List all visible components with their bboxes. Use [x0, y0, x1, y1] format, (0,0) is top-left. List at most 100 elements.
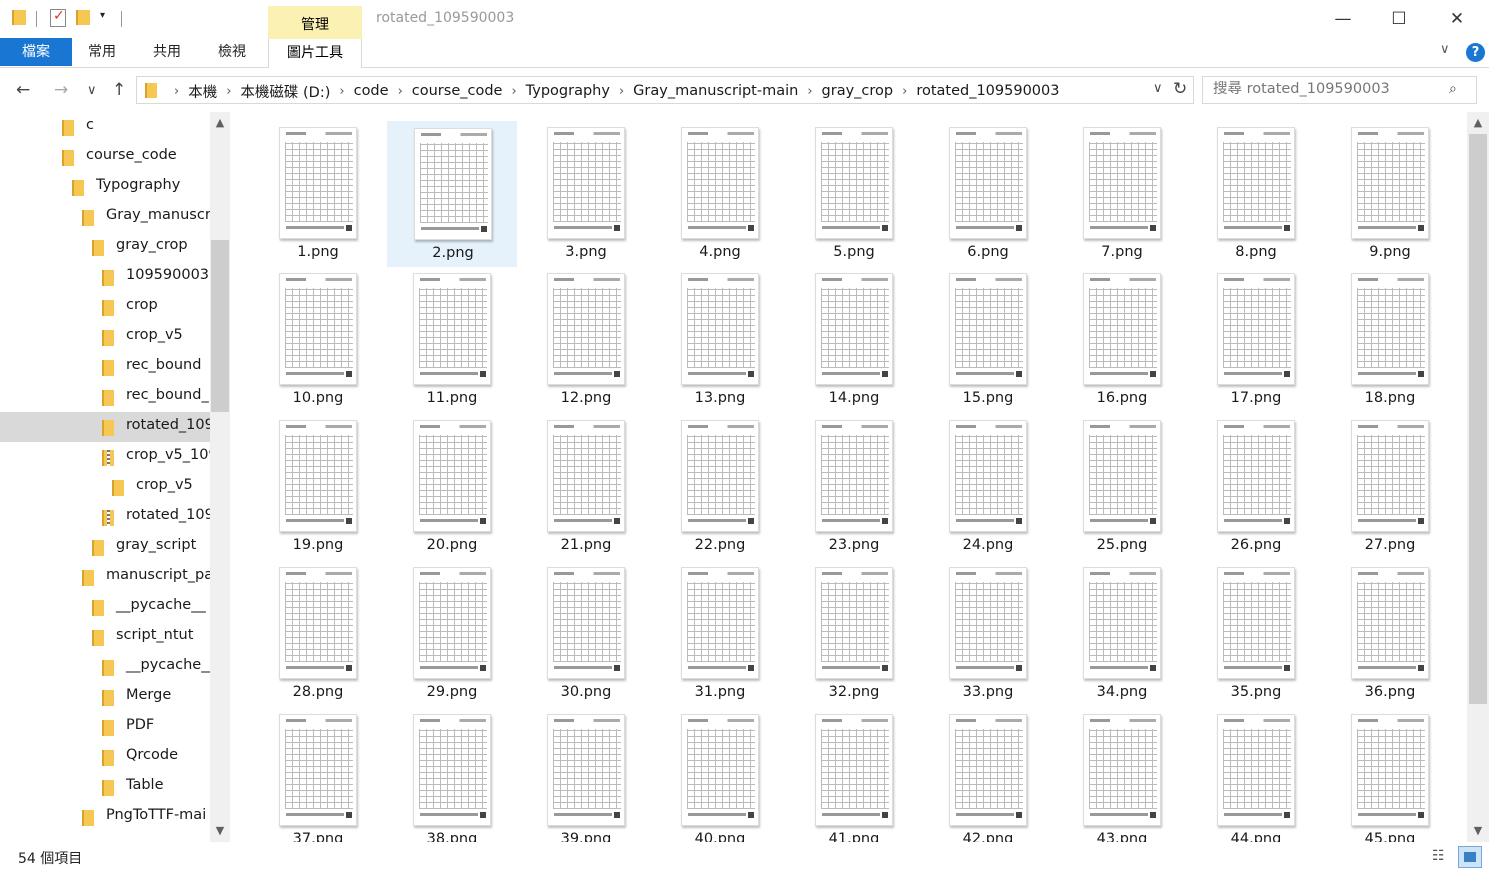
scrollbar-thumb[interactable]: [1469, 134, 1487, 704]
file-tile[interactable]: 15.png: [923, 267, 1053, 413]
file-tile[interactable]: 21.png: [521, 414, 651, 560]
tree-item[interactable]: course_code: [0, 142, 210, 172]
file-tile[interactable]: 31.png: [655, 561, 785, 707]
tree-item[interactable]: Table: [0, 772, 210, 802]
file-tile[interactable]: 19.png: [253, 414, 383, 560]
file-tile[interactable]: 25.png: [1057, 414, 1187, 560]
file-tile[interactable]: 41.png: [789, 708, 919, 842]
file-tile[interactable]: 3.png: [521, 121, 651, 267]
breadcrumb-item[interactable]: code: [354, 83, 389, 99]
file-tile[interactable]: 28.png: [253, 561, 383, 707]
refresh-icon[interactable]: ↻: [1173, 79, 1187, 99]
file-tile[interactable]: 12.png: [521, 267, 651, 413]
chevron-right-icon[interactable]: ›: [398, 84, 403, 99]
file-tile[interactable]: 38.png: [387, 708, 517, 842]
recent-locations-button[interactable]: ∨: [87, 83, 97, 98]
chevron-right-icon[interactable]: ›: [226, 84, 231, 99]
file-tile[interactable]: 4.png: [655, 121, 785, 267]
tree-item[interactable]: rec_bound: [0, 352, 210, 382]
new-folder-icon[interactable]: [76, 10, 90, 25]
back-button[interactable]: ←: [16, 80, 30, 100]
file-tile[interactable]: 10.png: [253, 267, 383, 413]
tree-item[interactable]: Merge: [0, 682, 210, 712]
scroll-down-icon[interactable]: ▼: [1468, 824, 1488, 837]
file-tile[interactable]: 18.png: [1325, 267, 1455, 413]
tree-item[interactable]: rec_bound_: [0, 382, 210, 412]
file-tile[interactable]: 14.png: [789, 267, 919, 413]
file-tile[interactable]: 24.png: [923, 414, 1053, 560]
properties-icon[interactable]: [50, 8, 66, 27]
chevron-right-icon[interactable]: ›: [339, 84, 344, 99]
breadcrumb-item[interactable]: 本機: [188, 81, 217, 102]
chevron-right-icon[interactable]: ›: [619, 84, 624, 99]
tree-item[interactable]: PngToTTF-mai: [0, 802, 210, 832]
address-bar[interactable]: › 本機 › 本機磁碟 (D:) › code › course_code › …: [136, 76, 1194, 104]
address-dropdown-icon[interactable]: ∨: [1153, 81, 1163, 96]
tree-item[interactable]: gray_script: [0, 532, 210, 562]
file-tile[interactable]: 2.png: [387, 121, 517, 267]
tree-item[interactable]: crop_v5_109: [0, 442, 210, 472]
breadcrumb-item[interactable]: 本機磁碟 (D:): [240, 81, 330, 102]
file-tile[interactable]: 33.png: [923, 561, 1053, 707]
file-tile[interactable]: 17.png: [1191, 267, 1321, 413]
tree-item[interactable]: Qrcode: [0, 742, 210, 772]
file-tile[interactable]: 39.png: [521, 708, 651, 842]
tree-item[interactable]: __pycache__: [0, 592, 210, 622]
up-button[interactable]: ↑: [112, 80, 126, 100]
breadcrumb-item-current[interactable]: rotated_109590003: [916, 83, 1059, 99]
quick-access-dropdown-icon[interactable]: ▾: [100, 10, 105, 21]
search-icon[interactable]: ⌕: [1449, 81, 1457, 97]
file-tile[interactable]: 40.png: [655, 708, 785, 842]
tree-item[interactable]: c: [0, 112, 210, 142]
file-tile[interactable]: 36.png: [1325, 561, 1455, 707]
chevron-right-icon[interactable]: ›: [511, 84, 516, 99]
file-tile[interactable]: 6.png: [923, 121, 1053, 267]
file-tile[interactable]: 26.png: [1191, 414, 1321, 560]
breadcrumb-item[interactable]: Typography: [526, 83, 610, 99]
tab-view[interactable]: 檢視: [218, 38, 246, 66]
tree-item[interactable]: PDF: [0, 712, 210, 742]
file-tile[interactable]: 30.png: [521, 561, 651, 707]
breadcrumb-item[interactable]: gray_crop: [822, 83, 894, 99]
file-tile[interactable]: 45.png: [1325, 708, 1455, 842]
help-icon[interactable]: ?: [1466, 43, 1485, 62]
tree-item[interactable]: __pycache__: [0, 652, 210, 682]
tree-item[interactable]: manuscript_pa: [0, 562, 210, 592]
forward-button[interactable]: →: [54, 80, 68, 100]
file-list-scrollbar[interactable]: ▲ ▼: [1467, 112, 1489, 842]
file-tile[interactable]: 32.png: [789, 561, 919, 707]
file-tile[interactable]: 8.png: [1191, 121, 1321, 267]
breadcrumb-item[interactable]: course_code: [412, 83, 503, 99]
tree-item[interactable]: crop_v5: [0, 472, 210, 502]
file-tile[interactable]: 13.png: [655, 267, 785, 413]
large-icons-view-icon[interactable]: [1458, 846, 1482, 868]
file-tile[interactable]: 1.png: [253, 121, 383, 267]
tree-item[interactable]: rotated_109: [0, 502, 210, 532]
scroll-up-icon[interactable]: ▲: [210, 116, 230, 129]
file-tile[interactable]: 16.png: [1057, 267, 1187, 413]
tab-picture-tools[interactable]: 圖片工具: [268, 38, 362, 69]
tree-item[interactable]: script_ntut: [0, 622, 210, 652]
tab-home[interactable]: 常用: [88, 38, 116, 66]
file-tile[interactable]: 7.png: [1057, 121, 1187, 267]
scroll-down-icon[interactable]: ▼: [210, 824, 230, 837]
tab-share[interactable]: 共用: [153, 38, 181, 66]
file-tile[interactable]: 11.png: [387, 267, 517, 413]
scrollbar-thumb[interactable]: [211, 240, 229, 412]
search-input[interactable]: [1213, 81, 1443, 97]
file-tile[interactable]: 42.png: [923, 708, 1053, 842]
file-tile[interactable]: 5.png: [789, 121, 919, 267]
chevron-right-icon[interactable]: ›: [902, 84, 907, 99]
tree-item[interactable]: crop: [0, 292, 210, 322]
details-view-icon[interactable]: ☷: [1432, 848, 1452, 866]
file-tile[interactable]: 35.png: [1191, 561, 1321, 707]
search-box[interactable]: ⌕: [1202, 76, 1477, 104]
scroll-up-icon[interactable]: ▲: [1468, 116, 1488, 129]
file-tile[interactable]: 43.png: [1057, 708, 1187, 842]
file-tile[interactable]: 27.png: [1325, 414, 1455, 560]
file-tile[interactable]: 34.png: [1057, 561, 1187, 707]
tree-item[interactable]: 109590003: [0, 262, 210, 292]
chevron-right-icon[interactable]: ›: [807, 84, 812, 99]
file-tile[interactable]: 29.png: [387, 561, 517, 707]
close-button[interactable]: ✕: [1434, 6, 1480, 32]
